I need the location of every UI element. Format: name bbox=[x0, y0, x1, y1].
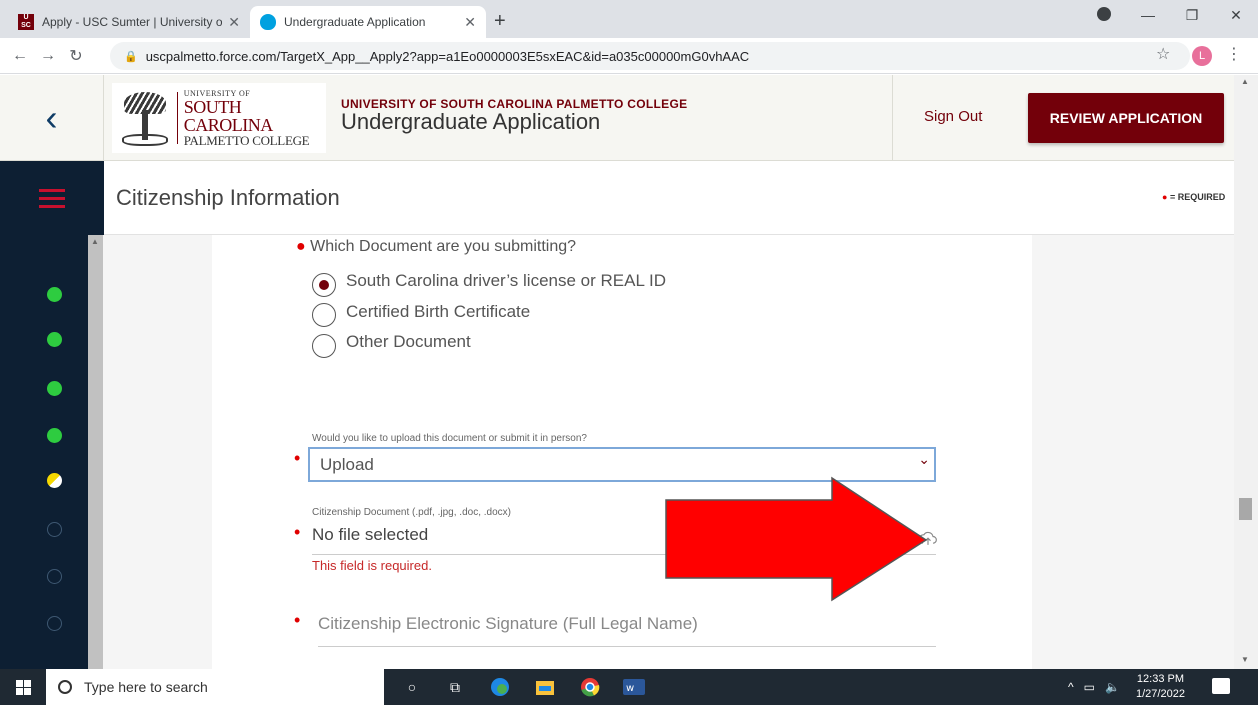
address-bar[interactable]: 🔒 uscpalmetto.force.com/TargetX_App__App… bbox=[110, 42, 1190, 70]
red-arrow-annotation bbox=[665, 476, 928, 602]
reload-icon[interactable]: ↻ bbox=[62, 46, 90, 66]
scrollbar-thumb[interactable] bbox=[1239, 498, 1252, 520]
palmetto-tree-icon bbox=[116, 88, 171, 148]
electronic-signature-input[interactable]: Citizenship Electronic Signature (Full L… bbox=[318, 614, 936, 647]
step-indicator-complete[interactable] bbox=[47, 428, 62, 443]
task-view-icon[interactable]: ⧉ bbox=[443, 675, 467, 699]
app-header: ‹ UNIVERSITY OF SOUTH CAROLINA PALMETTO … bbox=[0, 75, 1234, 161]
section-header: Citizenship Information ● = REQUIRED bbox=[0, 161, 1234, 235]
step-indicator-complete[interactable] bbox=[47, 381, 62, 396]
required-legend: ● = REQUIRED bbox=[1162, 192, 1226, 202]
usc-palmetto-logo: UNIVERSITY OF SOUTH CAROLINA PALMETTO CO… bbox=[112, 83, 326, 153]
step-indicator-complete[interactable] bbox=[47, 287, 62, 302]
radio-birth-certificate[interactable] bbox=[312, 303, 336, 327]
close-window-icon[interactable]: ✕ bbox=[1214, 7, 1258, 24]
volume-icon[interactable]: 🔈 bbox=[1105, 680, 1120, 694]
tab-title: Undergraduate Application bbox=[284, 15, 426, 29]
review-application-button[interactable]: REVIEW APPLICATION bbox=[1028, 93, 1224, 143]
word-icon[interactable]: w bbox=[622, 675, 646, 699]
scroll-down-icon[interactable]: ▼ bbox=[1241, 655, 1249, 664]
minimize-icon[interactable]: — bbox=[1126, 7, 1170, 23]
show-hidden-icons-icon[interactable]: ^ bbox=[1068, 680, 1074, 694]
new-tab-button[interactable]: + bbox=[494, 10, 506, 33]
clock-date: 1/27/2022 bbox=[1136, 688, 1185, 700]
browser-menu-icon[interactable]: ⋮ bbox=[1226, 44, 1242, 64]
edge-browser-icon[interactable] bbox=[488, 675, 512, 699]
required-dot: • bbox=[294, 610, 301, 630]
required-dot: • bbox=[294, 448, 301, 468]
address-bar-row: ← → ↻ 🔒 uscpalmetto.force.com/TargetX_Ap… bbox=[0, 38, 1258, 74]
browser-tab-undergraduate-application[interactable]: Undergraduate Application ✕ bbox=[250, 6, 486, 38]
app-title: Undergraduate Application bbox=[341, 109, 601, 134]
taskbar-clock[interactable]: 12:33 PM 1/27/2022 bbox=[1136, 672, 1185, 702]
document-question-label: ● Which Document are you submitting? bbox=[296, 238, 577, 255]
signature-placeholder: Citizenship Electronic Signature (Full L… bbox=[318, 614, 698, 633]
clock-time: 12:33 PM bbox=[1136, 673, 1185, 685]
file-explorer-icon[interactable] bbox=[533, 675, 557, 699]
back-arrow-icon[interactable]: ← bbox=[6, 47, 34, 65]
radio-other-document[interactable] bbox=[312, 334, 336, 358]
close-tab-icon[interactable]: ✕ bbox=[464, 14, 476, 31]
scroll-up-icon[interactable]: ▲ bbox=[91, 237, 99, 246]
taskbar-search-placeholder: Type here to search bbox=[84, 679, 208, 695]
radio-label-birth-certificate[interactable]: Certified Birth Certificate bbox=[346, 302, 530, 322]
page-scrollbar[interactable]: ▲ ▼ bbox=[1234, 75, 1258, 669]
step-indicator-complete[interactable] bbox=[47, 332, 62, 347]
step-indicator-current[interactable] bbox=[47, 473, 62, 488]
lock-icon: 🔒 bbox=[124, 50, 138, 63]
file-error-message: This field is required. bbox=[312, 558, 432, 573]
usc-favicon-icon: U SC bbox=[18, 14, 34, 30]
notifications-icon[interactable] bbox=[1212, 678, 1230, 694]
bookmark-star-icon[interactable]: ☆ bbox=[1156, 44, 1170, 64]
windows-start-icon[interactable] bbox=[0, 669, 46, 705]
back-chevron-button[interactable]: ‹ bbox=[0, 75, 104, 161]
forward-arrow-icon[interactable]: → bbox=[34, 47, 62, 65]
system-tray: ^ ▭ 🔈 bbox=[1068, 669, 1120, 705]
hamburger-menu-icon[interactable] bbox=[0, 161, 104, 235]
chrome-icon[interactable] bbox=[578, 675, 602, 699]
url-text: uscpalmetto.force.com/TargetX_App__Apply… bbox=[145, 48, 750, 64]
network-icon[interactable]: ▭ bbox=[1084, 680, 1095, 694]
close-tab-icon[interactable]: ✕ bbox=[228, 14, 240, 31]
chevron-down-icon: ⌄ bbox=[918, 451, 930, 467]
restore-icon[interactable]: ❐ bbox=[1170, 7, 1214, 24]
cortana-icon[interactable]: ○ bbox=[400, 675, 424, 699]
upload-method-value: Upload bbox=[320, 454, 374, 474]
svg-text:w: w bbox=[626, 683, 634, 694]
step-indicator-pending[interactable] bbox=[47, 522, 62, 537]
section-title: Citizenship Information bbox=[116, 185, 340, 210]
required-dot: • bbox=[294, 522, 301, 542]
logo-line-3: PALMETTO COLLEGE bbox=[183, 132, 310, 148]
nav-scrollbar[interactable]: ▲ bbox=[88, 235, 103, 669]
radio-sc-license[interactable] bbox=[312, 273, 336, 297]
salesforce-cloud-icon bbox=[260, 14, 276, 30]
browser-tab-usc-sumter[interactable]: U SC Apply - USC Sumter | University o ✕ bbox=[8, 6, 250, 38]
radio-label-other-document[interactable]: Other Document bbox=[346, 332, 471, 352]
file-status-text: No file selected bbox=[312, 525, 429, 544]
tab-title: Apply - USC Sumter | University o bbox=[42, 15, 223, 29]
profile-avatar[interactable]: L bbox=[1192, 46, 1212, 66]
step-indicator-pending[interactable] bbox=[47, 569, 62, 584]
upload-method-label: Would you like to upload this document o… bbox=[312, 433, 587, 444]
chevron-left-icon: ‹ bbox=[45, 97, 58, 138]
scroll-up-icon[interactable]: ▲ bbox=[1241, 77, 1249, 86]
taskbar-search-input[interactable]: Type here to search bbox=[46, 669, 384, 705]
browser-tab-strip: U SC Apply - USC Sumter | University o ✕ … bbox=[0, 0, 1258, 38]
search-icon bbox=[58, 680, 72, 694]
profile-indicator-icon[interactable] bbox=[1082, 6, 1126, 24]
windows-taskbar: Type here to search ○ ⧉ w ^ ▭ 🔈 12:33 PM… bbox=[0, 669, 1258, 705]
citizenship-document-label: Citizenship Document (.pdf, .jpg, .doc, … bbox=[312, 507, 511, 518]
step-indicator-pending[interactable] bbox=[47, 616, 62, 631]
step-navigation bbox=[0, 235, 88, 669]
radio-label-sc-license[interactable]: South Carolina driver’s license or REAL … bbox=[346, 271, 666, 291]
logo-line-2: SOUTH CAROLINA bbox=[183, 96, 274, 135]
sign-out-link[interactable]: Sign Out bbox=[924, 108, 982, 125]
window-controls: — ❐ ✕ bbox=[1082, 0, 1258, 30]
